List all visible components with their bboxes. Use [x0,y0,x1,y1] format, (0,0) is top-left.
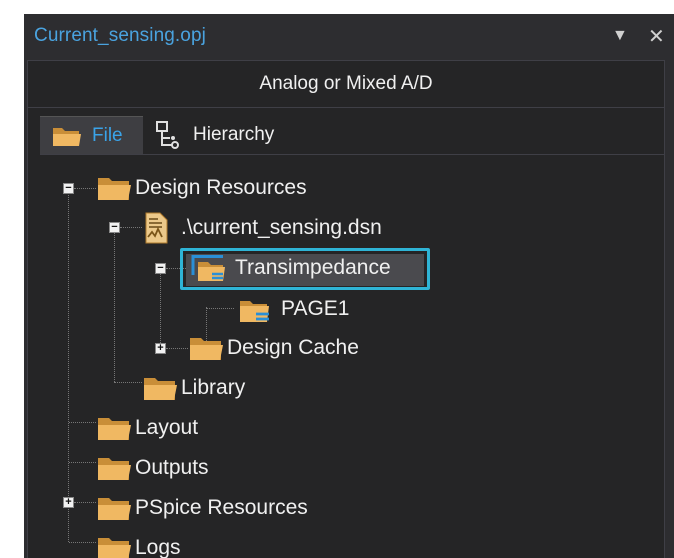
close-icon[interactable]: ✕ [648,24,665,49]
tree-item-design-file[interactable]: .\current_sensing.dsn [142,211,385,245]
tree-label: Transimpedance [235,256,391,279]
folder-icon [96,534,132,558]
tree-item-schematic-transimpedance[interactable]: Transimpedance [188,251,394,285]
tab-file[interactable]: File [40,116,143,155]
tree-item-layout[interactable]: Layout [96,411,201,445]
tree-label: Library [181,376,246,399]
collapse-schematic-icon[interactable]: − [155,263,166,274]
tree-item-design-cache[interactable]: Design Cache [188,331,362,365]
folder-icon [96,414,132,442]
tree-item-logs[interactable]: Logs [96,531,184,558]
project-manager-panel: Current_sensing.opj ▼ ✕ Analog or Mixed … [24,14,674,558]
hierarchy-icon [155,120,181,150]
folder-icon [188,334,224,362]
tree-item-library[interactable]: Library [142,371,248,405]
panel-title-bar: Current_sensing.opj ▼ ✕ [24,14,674,60]
folder-icon [96,174,132,202]
project-tree[interactable]: − − − + + Design Resources .\current_sen… [40,154,664,558]
schematic-folder-icon [188,252,228,284]
tree-label: PSpice Resources [135,496,308,519]
folder-icon [52,125,82,147]
tab-hierarchy[interactable]: Hierarchy [155,116,274,154]
collapse-design-file-icon[interactable]: − [109,222,120,233]
chevron-down-icon[interactable]: ▼ [612,27,628,45]
tree-label: .\current_sensing.dsn [181,216,382,239]
collapse-design-resources-icon[interactable]: − [63,183,74,194]
tree-label: Outputs [135,456,209,479]
tree-label: Design Cache [227,336,359,359]
tree-item-design-resources[interactable]: Design Resources [96,171,310,205]
mode-bar: Analog or Mixed A/D [28,61,664,108]
tree-label: Design Resources [135,176,307,199]
expand-pspice-resources-icon[interactable]: + [63,497,74,508]
tree-label: Layout [135,416,199,439]
tree-label: Logs [135,536,181,558]
tab-file-label: File [92,125,123,146]
tree-label: PAGE1 [281,297,350,320]
tree-item-pspice-resources[interactable]: PSpice Resources [96,491,311,525]
page-icon [236,294,274,324]
folder-icon [96,494,132,522]
design-file-icon [142,211,172,245]
tree-item-page1[interactable]: PAGE1 [236,292,352,326]
folder-icon [142,374,178,402]
expand-design-cache-icon[interactable]: + [155,343,166,354]
project-title: Current_sensing.opj [34,25,206,46]
tree-item-outputs[interactable]: Outputs [96,451,212,485]
mode-label: Analog or Mixed A/D [259,73,433,94]
folder-icon [96,454,132,482]
tab-hierarchy-label: Hierarchy [193,124,275,145]
project-content: Analog or Mixed A/D File Hierarchy − − −… [27,60,665,558]
